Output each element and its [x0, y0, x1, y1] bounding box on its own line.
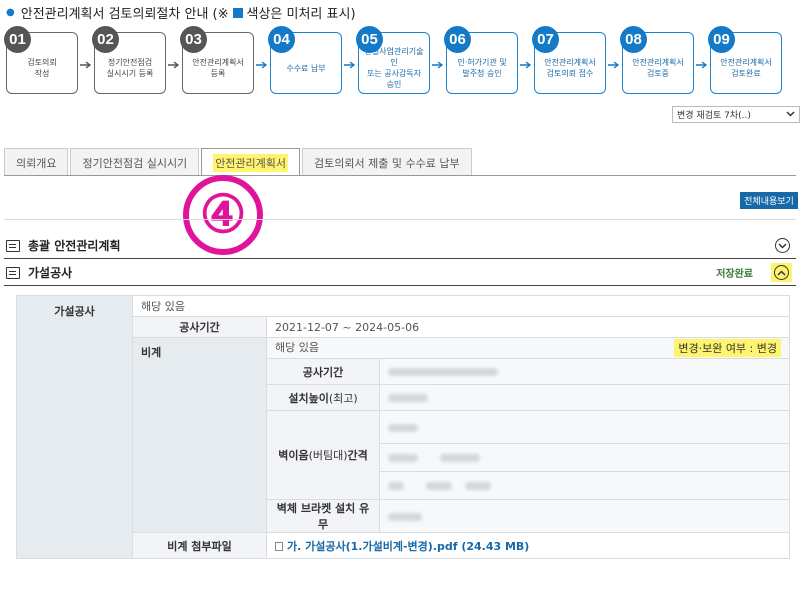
- step-07: 07 안전관리계획서 검토의뢰 접수: [532, 26, 606, 94]
- step-number-badge: 08: [620, 26, 647, 53]
- version-select-value: 변경 재검토 7차(..): [677, 111, 751, 121]
- step-number-badge: 06: [444, 26, 471, 53]
- collapse-chevron-icon[interactable]: [774, 265, 789, 280]
- period-value: 2021-12-07 ~ 2024-05-06: [266, 316, 790, 338]
- bracket-value-blurred: [379, 499, 790, 533]
- step-arrow-icon: [80, 61, 92, 69]
- install-height-label-main: 설치높이: [288, 391, 329, 405]
- step-arrow-icon: [608, 61, 620, 69]
- page-title-prefix: 안전관리계획서 검토의뢰절차 안내 (※: [20, 7, 229, 22]
- save-status: 저장완료: [716, 269, 753, 280]
- tab-safety-plan[interactable]: 안전관리계획서: [201, 148, 301, 176]
- expand-chevron-icon[interactable]: [775, 238, 790, 253]
- tab-label: 검토의뢰서 제출 및 수수료 납부: [314, 156, 460, 170]
- install-height-value-blurred: [379, 384, 790, 411]
- section-title: 가설공사: [28, 266, 73, 280]
- full-view-button[interactable]: 전체내용보기: [740, 192, 798, 209]
- page-title: ● 안전관리계획서 검토의뢰절차 안내 (※ 색상은 미처리 표시): [6, 3, 356, 22]
- step-06: 06 인·허가기관 및 발주청 승인: [444, 26, 518, 94]
- step-03: 03 안전관리계획서 등록: [180, 26, 254, 94]
- step-number-badge: 02: [92, 26, 119, 53]
- scaffold-value: 해당 있음: [275, 341, 319, 354]
- wall-tie-value-blurred: [379, 410, 790, 444]
- step-number-badge: 07: [532, 26, 559, 53]
- bullet-icon: ●: [6, 7, 15, 18]
- attachment-label: 비계 첨부파일: [132, 532, 267, 559]
- tab-inspection-schedule[interactable]: 정기안전점검 실시시기: [70, 148, 200, 176]
- version-select[interactable]: 변경 재검토 7차(..): [672, 106, 800, 123]
- wall-tie-value-blurred: [379, 471, 790, 500]
- step-09: 09 안전관리계획서 검토완료: [708, 26, 782, 94]
- collapse-toggle-highlight: [771, 263, 792, 282]
- process-steps: 01 검토의뢰 작성 02 정기안전점검 실시시기 등록 03 안전관리계획서 등록 04 수…: [4, 24, 796, 96]
- step-04: 04 수수료 납부: [268, 26, 342, 94]
- tab-label: 정기안전점검 실시시기: [82, 156, 188, 170]
- attachment-cell: 가. 가설공사(1.가설비계-변경).pdf (24.43 MB): [266, 532, 790, 559]
- page-title-suffix: 색상은 미처리 표시): [246, 7, 356, 22]
- step-number-badge: 05: [356, 26, 383, 53]
- tab-divider: [4, 175, 796, 176]
- step-arrow-icon: [256, 61, 268, 69]
- section-temporary-works[interactable]: 가설공사 저장완료: [4, 260, 796, 286]
- step-01: 01 검토의뢰 작성: [4, 26, 78, 94]
- section-general-safety-plan[interactable]: 총괄 안전관리계획: [4, 233, 796, 259]
- step-02: 02 정기안전점검 실시시기 등록: [92, 26, 166, 94]
- scaffold-value-row: 해당 있음 변경·보완 여부 : 변경: [266, 337, 790, 359]
- sub-period-label: 공사기간: [266, 358, 380, 385]
- step-label: 안전관리계획서 검토완료: [720, 58, 772, 78]
- step-arrow-icon: [432, 61, 444, 69]
- file-icon: [275, 542, 283, 551]
- step-number-badge: 03: [180, 26, 207, 53]
- wall-tie-label-a: 벽이음: [278, 449, 309, 462]
- step-label: 수수료 납부: [286, 63, 326, 73]
- step-number-badge: 04: [268, 26, 295, 53]
- scaffold-label: 비계: [132, 337, 267, 533]
- install-height-label: 설치높이(최고): [266, 384, 380, 411]
- divider: [4, 219, 796, 220]
- tab-overview[interactable]: 의뢰개요: [4, 148, 69, 176]
- install-height-label-suffix: (최고): [328, 391, 358, 405]
- step-number-badge: 09: [708, 26, 735, 53]
- chevron-down-icon: [786, 110, 795, 120]
- step-number-badge: 01: [4, 26, 31, 53]
- step-label: 안전관리계획서 검토중: [632, 58, 684, 78]
- wall-tie-label-c: 간격: [347, 449, 368, 462]
- wall-tie-label: 벽이음(버팀대)간격: [266, 410, 380, 500]
- wall-tie-label-b: (버팀대): [308, 449, 348, 462]
- tab-bar: 의뢰개요 정기안전점검 실시시기 안전관리계획서 검토의뢰서 제출 및 수수료 …: [4, 148, 474, 176]
- wall-tie-value-blurred: [379, 443, 790, 472]
- bracket-label: 벽체 브라켓 설치 유무: [266, 499, 380, 533]
- temporary-works-detail-table: 가설공사 해당 있음 공사기간 2021-12-07 ~ 2024-05-06 …: [16, 295, 790, 559]
- change-status-badge: 변경·보완 여부 : 변경: [674, 339, 781, 357]
- step-label: 정기안전점검 실시시기 등록: [106, 58, 154, 78]
- attachment-file-link[interactable]: 가. 가설공사(1.가설비계-변경).pdf (24.43 MB): [287, 540, 529, 553]
- step-arrow-icon: [696, 61, 708, 69]
- step-label: 인·허가기관 및 발주청 승인: [457, 58, 507, 78]
- step-arrow-icon: [344, 61, 356, 69]
- document-icon: [6, 266, 20, 279]
- step-arrow-icon: [168, 61, 180, 69]
- tab-label: 의뢰개요: [16, 156, 57, 170]
- tab-submission-fee[interactable]: 검토의뢰서 제출 및 수수료 납부: [302, 148, 472, 176]
- section-title: 총괄 안전관리계획: [28, 239, 121, 253]
- step-arrow-icon: [520, 61, 532, 69]
- document-icon: [6, 239, 20, 252]
- step-05: 05 건설사업관리기술인 또는 공사감독자 승인: [356, 26, 430, 94]
- temp-works-value: 해당 있음: [132, 295, 790, 317]
- period-label: 공사기간: [132, 316, 267, 338]
- unprocessed-color-square-icon: [232, 7, 243, 18]
- temp-works-label: 가설공사: [16, 295, 133, 559]
- step-label: 검토의뢰 작성: [27, 58, 57, 78]
- step-label: 안전관리계획서 등록: [192, 58, 244, 78]
- sub-period-value-blurred: [379, 358, 790, 385]
- step-label: 안전관리계획서 검토의뢰 접수: [544, 58, 596, 78]
- step-08: 08 안전관리계획서 검토중: [620, 26, 694, 94]
- tab-label: 안전관리계획서: [213, 153, 289, 172]
